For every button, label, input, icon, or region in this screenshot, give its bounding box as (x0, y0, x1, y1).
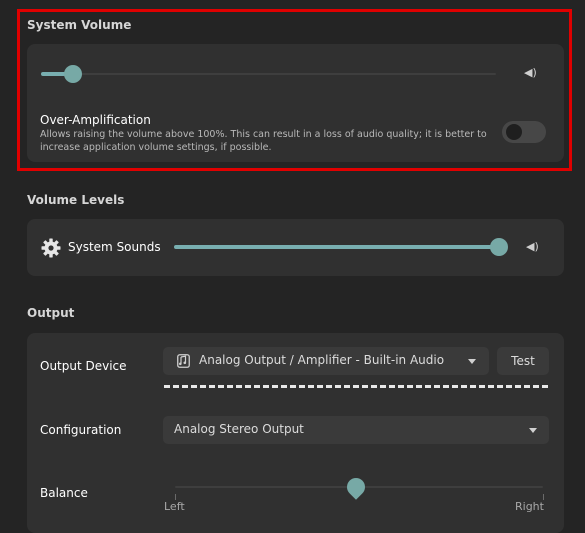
balance-left-label: Left (164, 500, 185, 513)
audio-card-icon (177, 354, 190, 368)
output-device-dropdown[interactable]: Analog Output / Amplifier - Built-in Aud… (163, 347, 489, 375)
output-device-value: Analog Output / Amplifier - Built-in Aud… (199, 353, 445, 367)
system-sounds-label: System Sounds (68, 240, 161, 254)
balance-label: Balance (40, 486, 88, 500)
test-button[interactable]: Test (497, 347, 549, 375)
configuration-label: Configuration (40, 423, 122, 437)
focus-dashed-indicator (164, 385, 548, 388)
output-card: Output Device Analog Output / Amplifier … (27, 333, 564, 533)
output-title: Output (27, 306, 75, 320)
chevron-down-icon (529, 428, 537, 433)
speaker-icon: ◀) (526, 240, 539, 253)
configuration-dropdown[interactable]: Analog Stereo Output (163, 416, 549, 444)
balance-right-label: Right (515, 500, 544, 513)
gear-icon (41, 238, 61, 258)
system-sounds-fill[interactable] (174, 245, 499, 249)
configuration-value: Analog Stereo Output (174, 422, 304, 436)
chevron-down-icon (468, 359, 476, 364)
highlight-box (17, 9, 572, 171)
volume-levels-title: Volume Levels (27, 193, 125, 207)
volume-levels-card: System Sounds ◀) (27, 219, 564, 276)
balance-slider-knob[interactable] (343, 474, 369, 500)
output-device-label: Output Device (40, 359, 127, 373)
system-sounds-slider-knob[interactable] (490, 238, 508, 256)
